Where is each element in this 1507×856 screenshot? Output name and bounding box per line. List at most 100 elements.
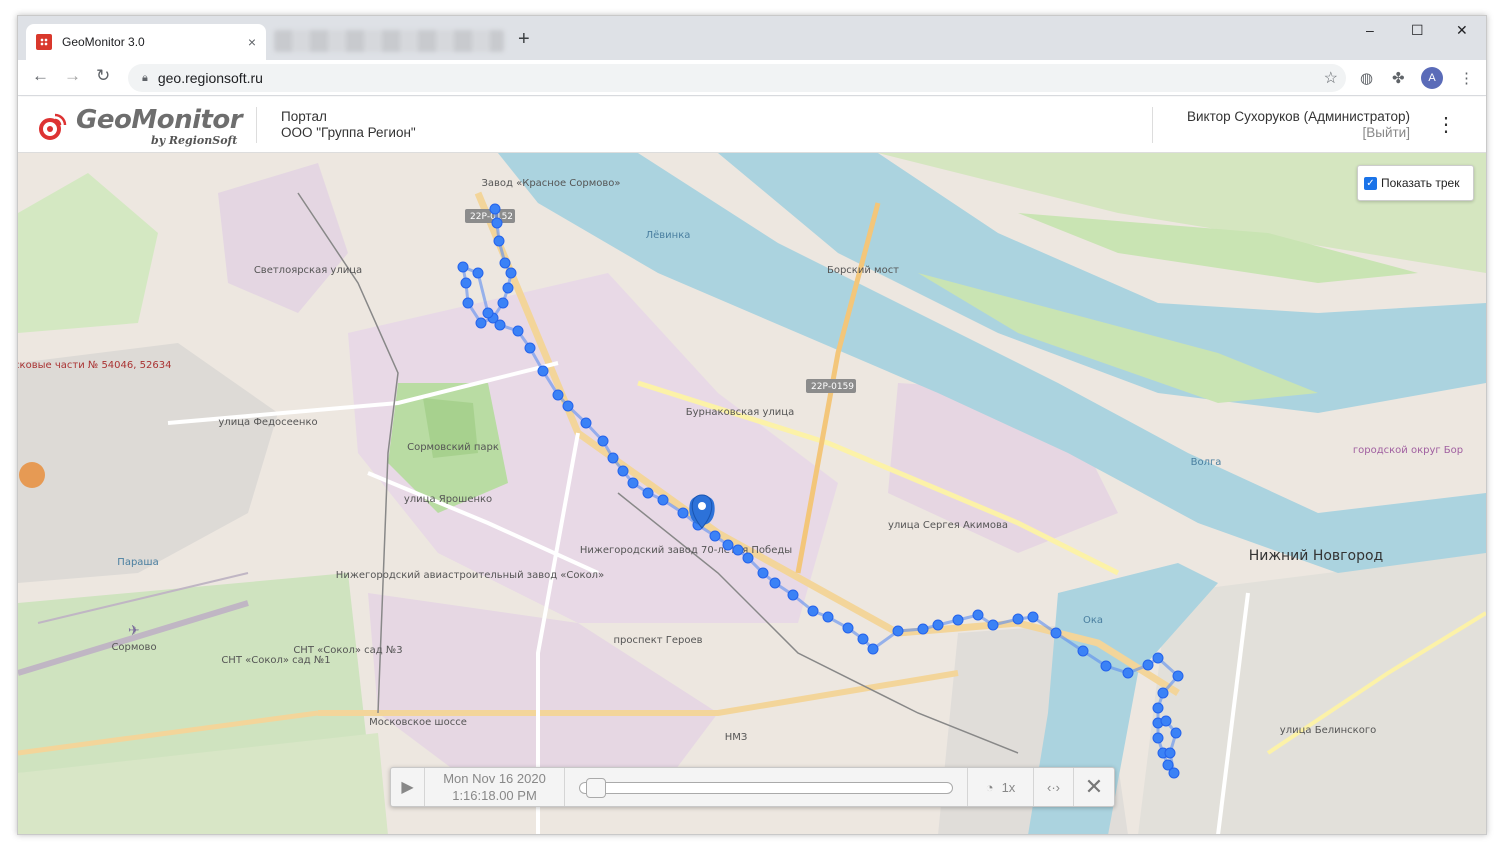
track-point[interactable] [1157, 687, 1169, 699]
track-point[interactable] [807, 605, 819, 617]
minimize-button[interactable]: – [1366, 22, 1374, 38]
track-point[interactable] [972, 609, 984, 621]
track-point[interactable] [867, 643, 879, 655]
track-point[interactable] [627, 477, 639, 489]
track-point[interactable] [1122, 667, 1134, 679]
track-point[interactable] [475, 317, 487, 329]
track-point[interactable] [1172, 670, 1184, 682]
reload-icon[interactable]: ↻ [96, 66, 110, 86]
track-point[interactable] [489, 203, 501, 215]
track-point[interactable] [642, 487, 654, 499]
track-point[interactable] [1170, 727, 1182, 739]
track-point[interactable] [497, 297, 509, 309]
track-point[interactable] [1152, 732, 1164, 744]
track-point[interactable] [677, 507, 689, 519]
timeline-slider[interactable] [565, 768, 968, 806]
speed-button[interactable]: ◔ 1x [968, 768, 1034, 806]
track-point[interactable] [769, 577, 781, 589]
star-icon[interactable]: ☆ [1324, 68, 1338, 88]
label-yaroshenko: улица Ярошенко [404, 494, 492, 505]
track-point[interactable] [917, 623, 929, 635]
track-point[interactable] [607, 452, 619, 464]
track-point[interactable] [580, 417, 592, 429]
track-point[interactable] [987, 619, 999, 631]
logo-subtitle: by RegionSoft [151, 134, 238, 147]
portal-label: Портал [281, 109, 327, 124]
timeline-thumb[interactable] [586, 778, 607, 798]
timeline-track[interactable] [579, 782, 953, 794]
track-point[interactable] [732, 544, 744, 556]
track-point[interactable] [1100, 660, 1112, 672]
label-plant-krasnoe: Завод «Красное Сормово» [481, 178, 620, 189]
track-point[interactable] [1077, 645, 1089, 657]
new-tab-button[interactable]: + [518, 28, 530, 51]
track-point[interactable] [709, 530, 721, 542]
track-point[interactable] [1142, 659, 1154, 671]
address-bar[interactable]: 🔒︎ geo.regionsoft.ru ☆ [128, 64, 1346, 92]
menu-icon[interactable]: ⋮ [1459, 69, 1474, 87]
track-point[interactable] [892, 625, 904, 637]
poi-marker-icon[interactable] [19, 462, 45, 488]
tab-geomonitor[interactable]: GeoMonitor 3.0 × [26, 24, 266, 60]
track-point[interactable] [460, 277, 472, 289]
track-point[interactable] [1168, 767, 1180, 779]
follow-button[interactable]: ‹·› [1034, 768, 1074, 806]
logout-link[interactable]: Выйти [1366, 125, 1406, 140]
track-point[interactable] [537, 365, 549, 377]
tab-blurred[interactable] [274, 30, 504, 52]
track-point[interactable] [787, 589, 799, 601]
puzzle-icon[interactable]: ✤ [1392, 69, 1405, 87]
track-point[interactable] [493, 235, 505, 247]
label-burnakovskaya: Бурнаковская улица [686, 407, 794, 418]
show-track-control[interactable]: ✓ Показать трек [1357, 165, 1474, 201]
label-parasha: Параша [117, 557, 158, 568]
track-point[interactable] [952, 614, 964, 626]
track-point[interactable] [597, 435, 609, 447]
track-point[interactable] [552, 389, 564, 401]
track-point[interactable] [842, 622, 854, 634]
track-point[interactable] [822, 611, 834, 623]
track-point[interactable] [472, 267, 484, 279]
track-point[interactable] [722, 539, 734, 551]
track-point[interactable] [457, 261, 469, 273]
track-point[interactable] [1152, 652, 1164, 664]
track-point[interactable] [1160, 715, 1172, 727]
show-track-label: Показать трек [1381, 176, 1460, 190]
track-point[interactable] [1012, 613, 1024, 625]
maximize-button[interactable]: ☐ [1411, 22, 1424, 39]
close-window-button[interactable]: ✕ [1456, 22, 1468, 39]
track-point[interactable] [1164, 747, 1176, 759]
map-canvas[interactable]: Завод «Красное Сормово» Войсковые части … [18, 153, 1486, 835]
map-view[interactable]: Завод «Красное Сормово» Войсковые части … [18, 153, 1486, 835]
play-button[interactable]: ▶ [391, 768, 425, 806]
track-point[interactable] [491, 217, 503, 229]
track-point[interactable] [617, 465, 629, 477]
track-point[interactable] [1152, 702, 1164, 714]
avatar[interactable]: A [1421, 67, 1443, 89]
track-point[interactable] [462, 297, 474, 309]
track-point[interactable] [657, 494, 669, 506]
show-track-checkbox[interactable]: ✓ [1364, 176, 1377, 190]
app-menu-icon[interactable]: ⋮ [1436, 115, 1456, 135]
track-point[interactable] [742, 552, 754, 564]
track-point[interactable] [757, 567, 769, 579]
extension-icon[interactable]: ◍ [1360, 69, 1373, 87]
track-point[interactable] [505, 267, 517, 279]
track-point[interactable] [932, 619, 944, 631]
back-icon[interactable]: ← [32, 66, 49, 86]
track-point[interactable] [857, 633, 869, 645]
forward-icon[interactable]: → [64, 66, 81, 86]
close-player-button[interactable]: ✕ [1074, 768, 1114, 806]
track-point[interactable] [1027, 611, 1039, 623]
logo[interactable]: GeoMonitor by RegionSoft [38, 103, 248, 149]
track-point[interactable] [502, 282, 514, 294]
track-point[interactable] [499, 257, 511, 269]
track-point[interactable] [524, 342, 536, 354]
tab-close-button[interactable]: × [248, 34, 256, 50]
track-point[interactable] [482, 307, 494, 319]
track-point[interactable] [494, 319, 506, 331]
track-point[interactable] [1050, 627, 1062, 639]
track-point[interactable] [562, 400, 574, 412]
label-snt1: СНТ «Сокол» сад №1 [221, 655, 330, 666]
track-point[interactable] [512, 325, 524, 337]
